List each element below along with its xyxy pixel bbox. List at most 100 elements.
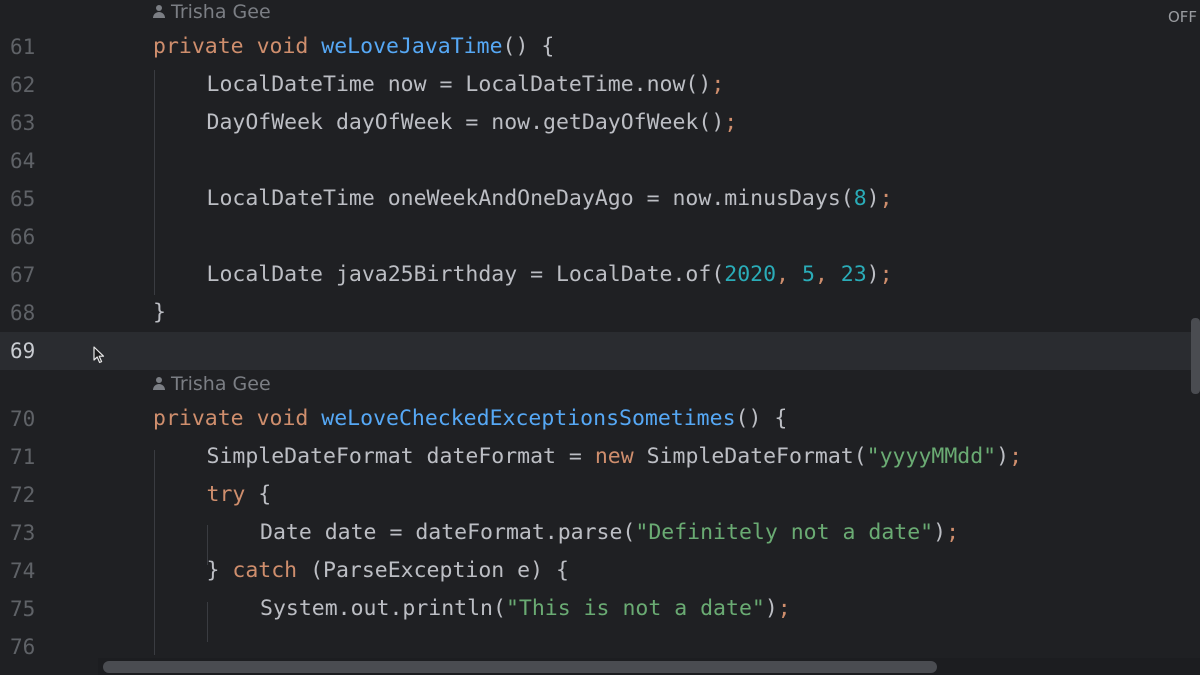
line-number[interactable]: 71 bbox=[10, 438, 70, 476]
code-token: ) bbox=[764, 596, 778, 621]
code-token: { bbox=[258, 482, 272, 507]
code-token: LocalDateTime oneWeekAndOneDayAgo = now.… bbox=[206, 186, 854, 211]
code-token: ; bbox=[724, 110, 738, 135]
code-token: ; bbox=[1009, 444, 1023, 469]
code-token: ) bbox=[996, 444, 1010, 469]
indent-guide bbox=[207, 602, 208, 642]
code-token: ) bbox=[866, 262, 880, 287]
code-token: Date date = dateFormat.parse( bbox=[260, 520, 636, 545]
code-token: new bbox=[594, 444, 647, 469]
line-number[interactable]: 65 bbox=[10, 180, 70, 218]
line-number[interactable]: 64 bbox=[10, 142, 70, 180]
code-token: void bbox=[256, 406, 322, 431]
code-editor[interactable]: Trisha Gee 61 private void weLoveJavaTime(… bbox=[0, 0, 1200, 675]
line-number[interactable]: 61 bbox=[10, 28, 70, 66]
line-number[interactable]: 68 bbox=[10, 294, 70, 332]
author-name: Trisha Gee bbox=[171, 373, 271, 395]
code-token: ) bbox=[933, 520, 947, 545]
code-token: "This is not a date" bbox=[505, 596, 765, 621]
line-number[interactable]: 67 bbox=[10, 256, 70, 294]
line-number[interactable]: 75 bbox=[10, 590, 70, 628]
code-line: 72 try { bbox=[0, 476, 1200, 514]
code-token: , bbox=[814, 262, 841, 287]
author-hint: Trisha Gee bbox=[0, 370, 1200, 398]
code-token: } bbox=[206, 558, 233, 583]
code-token: SimpleDateFormat( bbox=[646, 444, 867, 469]
horizontal-scrollbar[interactable] bbox=[103, 661, 937, 673]
code-token: 2020 bbox=[724, 262, 777, 287]
code-token: ; bbox=[777, 596, 791, 621]
person-icon bbox=[153, 377, 165, 391]
author-hint: Trisha Gee bbox=[0, 0, 1200, 26]
code-text[interactable]: Date date = dateFormat.parse("Definitely… bbox=[260, 514, 959, 552]
line-number[interactable]: 66 bbox=[10, 218, 70, 256]
code-token: try bbox=[206, 482, 259, 507]
code-token: catch bbox=[232, 558, 311, 583]
author-name: Trisha Gee bbox=[171, 1, 271, 23]
code-line: 69 bbox=[0, 332, 1200, 370]
code-text[interactable]: } bbox=[153, 294, 166, 332]
code-token: } bbox=[153, 300, 166, 325]
code-token: weLoveCheckedExceptionsSometimes bbox=[321, 406, 736, 431]
mouse-cursor-icon bbox=[93, 346, 105, 364]
code-token: 23 bbox=[840, 262, 867, 287]
code-line: 66 bbox=[0, 218, 1200, 256]
code-token: ; bbox=[946, 520, 960, 545]
code-line: 74} catch (ParseException e) { bbox=[0, 552, 1200, 590]
author-label[interactable]: Trisha Gee bbox=[153, 0, 271, 26]
person-icon bbox=[153, 5, 165, 19]
author-label[interactable]: Trisha Gee bbox=[153, 370, 271, 398]
line-number[interactable]: 74 bbox=[10, 552, 70, 590]
code-text[interactable]: LocalDate java25Birthday = LocalDate.of(… bbox=[207, 256, 893, 294]
code-line: 70 private void weLoveCheckedExceptionsSo… bbox=[0, 400, 1200, 438]
vertical-scrollbar[interactable] bbox=[1191, 318, 1200, 394]
code-token: void bbox=[256, 34, 322, 59]
code-token: ; bbox=[879, 262, 893, 287]
code-token: () { bbox=[735, 406, 788, 431]
code-token: System.out.println( bbox=[260, 596, 506, 621]
code-text[interactable]: private void weLoveJavaTime() { bbox=[153, 28, 554, 66]
code-token: SimpleDateFormat dateFormat = bbox=[206, 444, 595, 469]
code-text[interactable]: LocalDateTime now = LocalDateTime.now(); bbox=[207, 66, 725, 104]
indent-guide bbox=[154, 70, 155, 295]
code-line: 67 LocalDate java25Birthday = LocalDate.o… bbox=[0, 256, 1200, 294]
code-token: , bbox=[776, 262, 802, 287]
line-number[interactable]: 76 bbox=[10, 628, 70, 666]
code-token: DayOfWeek dayOfWeek = now.getDayOfWeek() bbox=[206, 110, 725, 135]
indent-guide bbox=[154, 450, 155, 655]
code-text[interactable]: System.out.println("This is not a date")… bbox=[260, 590, 791, 628]
code-text[interactable]: LocalDateTime oneWeekAndOneDayAgo = now.… bbox=[207, 180, 893, 218]
code-line: 71 SimpleDateFormat dateFormat = new Simp… bbox=[0, 438, 1200, 476]
code-token: ; bbox=[879, 186, 893, 211]
code-line: 73 Date date = dateFormat.parse("Definite… bbox=[0, 514, 1200, 552]
code-token: () { bbox=[502, 34, 555, 59]
code-line: 61 private void weLoveJavaTime() { bbox=[0, 28, 1200, 66]
line-number[interactable]: 69 bbox=[10, 332, 70, 370]
code-token: weLoveJavaTime bbox=[321, 34, 503, 59]
line-number[interactable]: 63 bbox=[10, 104, 70, 142]
line-number[interactable]: 73 bbox=[10, 514, 70, 552]
line-number[interactable]: 72 bbox=[10, 476, 70, 514]
code-line: 63 DayOfWeek dayOfWeek = now.getDayOfWeek… bbox=[0, 104, 1200, 142]
code-token: "yyyyMMdd" bbox=[866, 444, 997, 469]
code-token: ) bbox=[866, 186, 880, 211]
line-number[interactable]: 70 bbox=[10, 400, 70, 438]
code-text[interactable]: private void weLoveCheckedExceptionsSome… bbox=[153, 400, 787, 438]
code-token: (ParseException e) { bbox=[310, 558, 569, 583]
code-token: "Definitely not a date" bbox=[635, 520, 934, 545]
code-token: 5 bbox=[801, 262, 815, 287]
code-token: private bbox=[153, 406, 257, 431]
code-text[interactable]: DayOfWeek dayOfWeek = now.getDayOfWeek()… bbox=[207, 104, 738, 142]
indent-guide bbox=[207, 525, 208, 565]
code-text[interactable]: } catch (ParseException e) { bbox=[207, 552, 569, 590]
code-token: private bbox=[153, 34, 257, 59]
code-line: 64 bbox=[0, 142, 1200, 180]
code-token: LocalDateTime now = LocalDateTime.now() bbox=[206, 72, 712, 97]
code-text[interactable]: SimpleDateFormat dateFormat = new Simple… bbox=[207, 438, 1023, 476]
code-line: 65 LocalDateTime oneWeekAndOneDayAgo = no… bbox=[0, 180, 1200, 218]
code-text[interactable]: try { bbox=[207, 476, 272, 514]
code-line: 62 LocalDateTime now = LocalDateTime.now(… bbox=[0, 66, 1200, 104]
line-number[interactable]: 62 bbox=[10, 66, 70, 104]
status-off-label[interactable]: OFF bbox=[1168, 8, 1197, 26]
code-line: 75 System.out.println("This is not a date… bbox=[0, 590, 1200, 628]
